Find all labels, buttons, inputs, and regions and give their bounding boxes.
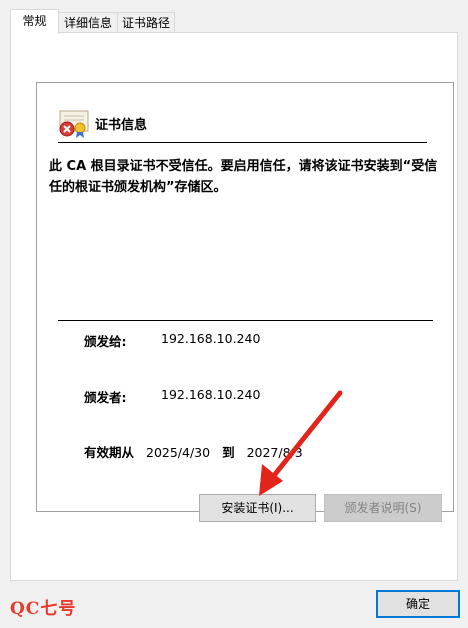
issuer-statement-button: 颁发者说明(S) <box>324 494 442 522</box>
untrusted-warning-text: 此 CA 根目录证书不受信任。要启用信任，请将该证书安装到“受信任的根证书颁发机… <box>49 159 438 195</box>
tab-details[interactable]: 详细信息 <box>58 12 118 32</box>
issued-to-label: 颁发给: <box>84 334 127 349</box>
valid-from-value[interactable]: 2025/4/30 <box>146 445 210 460</box>
watermark-logo: QC七号 <box>10 599 77 619</box>
certificate-info-box: 证书信息 此 CA 根目录证书不受信任。要启用信任，请将该证书安装到“受信任的根… <box>36 82 454 512</box>
validity-row: 有效期从 2025/4/30 到 2027/8/3 <box>84 442 311 461</box>
ok-button[interactable]: 确定 <box>376 590 460 618</box>
details-divider <box>58 320 433 321</box>
issued-by-label: 颁发者: <box>84 390 127 405</box>
certificate-error-icon <box>59 110 89 138</box>
valid-to-label: 到 <box>222 445 235 460</box>
issued-to-value[interactable]: 192.168.10.240 <box>161 331 260 346</box>
tab-cert-path[interactable]: 证书路径 <box>117 12 175 32</box>
title-divider <box>58 142 427 143</box>
install-certificate-button[interactable]: 安装证书(I)... <box>199 494 316 522</box>
valid-to-value[interactable]: 2027/8/3 <box>247 445 303 460</box>
tab-general[interactable]: 常规 <box>10 9 59 34</box>
tab-strip: 详细信息 证书路径 常规 <box>0 0 468 34</box>
issued-by-value[interactable]: 192.168.10.240 <box>161 387 260 402</box>
certificate-info-title: 证书信息 <box>95 118 148 133</box>
valid-from-label: 有效期从 <box>84 445 135 460</box>
